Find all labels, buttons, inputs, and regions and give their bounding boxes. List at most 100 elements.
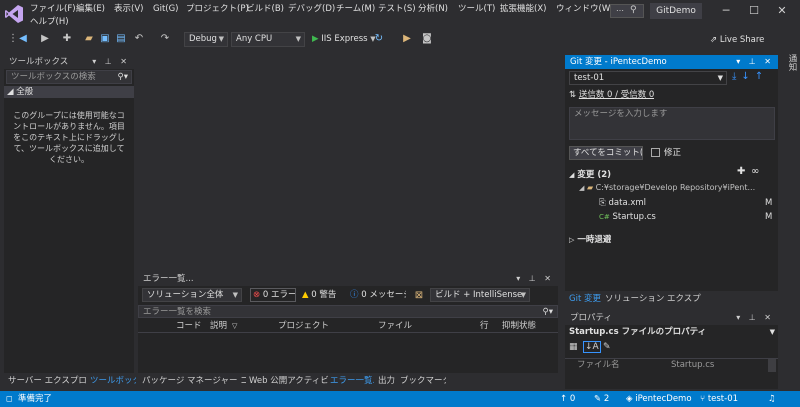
column-file[interactable]: ファイル	[378, 320, 412, 333]
menu-view[interactable]: 表示(V)	[114, 3, 143, 15]
menu-debug[interactable]: デバッグ(D)	[288, 3, 335, 15]
menu-team[interactable]: チーム(M)	[336, 3, 375, 15]
column-description[interactable]: 説明	[210, 320, 227, 333]
changed-file-row[interactable]: ⎘ data.xml	[599, 198, 646, 208]
pull-icon[interactable]: ↓	[741, 71, 754, 82]
build-filter-dropdown[interactable]: ビルド + IntelliSense ▼	[430, 288, 530, 302]
run-button[interactable]: ▶ IIS Express ▼	[312, 32, 376, 46]
column-line[interactable]: 行	[480, 320, 489, 333]
git-fetch-pull-push[interactable]: ⤓↓↑	[732, 71, 768, 82]
changed-file-row[interactable]: C# Startup.cs	[599, 212, 656, 222]
changes-header[interactable]: ◢ 変更 (2)	[569, 168, 611, 180]
column-code[interactable]: コード	[176, 320, 202, 333]
redo-icon[interactable]: ↷	[158, 32, 172, 46]
commit-all-button[interactable]: すべてをコミット(I) ▼	[569, 146, 643, 160]
categorized-icon[interactable]: ▦	[569, 342, 578, 352]
sync-status[interactable]: ⇅ 送信数 0 / 受信数 0	[569, 88, 654, 100]
view-options-icon[interactable]: ∞	[751, 166, 759, 177]
tab-git-changes[interactable]: Git 変更	[565, 292, 601, 306]
commit-message-input[interactable]: メッセージを入力します	[569, 107, 775, 140]
messages-filter-button[interactable]: ⓘ 0 メッセージ	[350, 288, 406, 302]
open-folder-icon[interactable]: ▰	[82, 32, 96, 46]
sync-counts[interactable]: 送信数 0 / 受信数 0	[579, 90, 655, 100]
panel-window-buttons[interactable]: ▾ ⊥ ✕	[92, 55, 130, 69]
platform-dropdown[interactable]: Any CPU ▼	[231, 32, 305, 47]
save-icon[interactable]: ▣	[98, 32, 112, 46]
column-suppression[interactable]: 抑制状態	[502, 320, 536, 333]
menu-build[interactable]: ビルド(B)	[246, 3, 284, 15]
toolbox-search-input[interactable]: ツールボックスの検索 ⚲▾	[6, 70, 132, 84]
fetch-icon[interactable]: ⤓	[732, 71, 741, 82]
notification-bell-icon[interactable]: ♫	[768, 391, 776, 407]
menu-tools[interactable]: ツール(T)	[458, 3, 495, 15]
menu-file[interactable]: ファイル(F)	[30, 3, 76, 15]
panel-window-buttons[interactable]: ▾ ⊥ ✕	[516, 272, 554, 286]
menu-git[interactable]: Git(G)	[153, 3, 179, 15]
live-share-button[interactable]: ⇗ Live Share	[710, 33, 764, 47]
repository-status[interactable]: ◈ iPentecDemo	[626, 391, 692, 407]
menu-analyze[interactable]: 分析(N)	[418, 3, 448, 15]
wrench-icon[interactable]: ✎	[603, 342, 611, 352]
stage-all-icon[interactable]: ✚	[737, 166, 745, 177]
stash-label: 一時退避	[577, 235, 612, 245]
repo-path: C:¥storage¥Develop Repository¥iPent...	[595, 183, 756, 192]
pending-changes[interactable]: ✎ 2	[594, 391, 609, 407]
error-list-search-input[interactable]: エラー一覧を検索 ⚲▾	[138, 305, 558, 318]
tab-server-explorer[interactable]: サーバー エクスプロー...	[4, 374, 86, 388]
back-icon[interactable]: ◀	[16, 32, 30, 46]
close-button[interactable]: ✕	[770, 3, 794, 19]
commit-message-placeholder: メッセージを入力します	[574, 109, 668, 119]
menu-project[interactable]: プロジェクト(P)	[186, 3, 249, 15]
toolbox-group-general[interactable]: ◢ 全般	[4, 86, 134, 98]
stash-header[interactable]: ▷ 一時退避	[569, 233, 611, 245]
warnings-filter-button[interactable]: ▲ 0 警告	[302, 288, 348, 302]
new-project-icon[interactable]: ✚	[60, 32, 74, 46]
tab-bookmarks[interactable]: ブックマーク	[396, 374, 446, 388]
camera-icon[interactable]: ◙	[420, 32, 434, 46]
commit-all-label: すべてをコミット(I)	[573, 148, 643, 158]
alphabetical-icon[interactable]: ↓A	[583, 341, 601, 353]
branch-dropdown[interactable]: test-01 ▼	[569, 71, 727, 85]
maximize-button[interactable]: ☐	[742, 3, 766, 19]
properties-object-dropdown[interactable]: Startup.cs ファイルのプロパティ ▼	[565, 326, 778, 339]
menu-help[interactable]: ヘルプ(H)	[30, 16, 69, 28]
menu-test[interactable]: テスト(S)	[378, 3, 416, 15]
panel-window-buttons[interactable]: ▾ ⊥ ✕	[736, 311, 774, 325]
search-box[interactable]: … ⚲	[610, 4, 644, 18]
forward-icon[interactable]: ▶	[38, 32, 52, 46]
tab-toolbox[interactable]: ツールボックス	[86, 374, 136, 388]
menu-edit[interactable]: 編集(E)	[76, 3, 105, 15]
browser-link-icon[interactable]: ▶	[400, 32, 414, 46]
minimize-button[interactable]: ─	[714, 3, 738, 19]
amend-checkbox[interactable]	[651, 148, 660, 157]
tab-web-publish-activity[interactable]: Web 公開アクティビティ	[245, 374, 329, 388]
tab-error-list[interactable]: エラー一覧...	[326, 374, 374, 388]
error-list-search-placeholder: エラー一覧を検索	[143, 307, 212, 317]
menu-window[interactable]: ウィンドウ(W)	[556, 3, 614, 15]
branch-status[interactable]: ⑂ test-01	[700, 391, 738, 407]
property-row[interactable]: ファイル名 Startup.cs	[565, 358, 778, 372]
menu-extensions[interactable]: 拡張機能(X)	[500, 3, 546, 15]
filter-icon[interactable]: ⊠	[412, 289, 426, 303]
notifications-strip: 通知	[782, 50, 800, 390]
refresh-icon[interactable]: ↻	[372, 32, 386, 46]
unpushed-commits[interactable]: ↑ 0	[560, 391, 575, 407]
panel-window-buttons[interactable]: ▾ ⊥ ✕	[736, 55, 774, 69]
errors-filter-button[interactable]: ⊗ 0 エラー	[250, 288, 296, 302]
properties-title: プロパティ	[570, 313, 612, 323]
config-dropdown[interactable]: Debug ▼	[184, 32, 228, 47]
tab-solution-explorer[interactable]: ソリューション エクスプローラー	[601, 292, 701, 306]
property-value: Startup.cs	[671, 360, 715, 370]
sort-icon: ▽	[232, 322, 238, 330]
column-project[interactable]: プロジェクト	[278, 320, 329, 333]
save-all-icon[interactable]: ▤	[114, 32, 128, 46]
undo-icon[interactable]: ↶	[132, 32, 146, 46]
push-icon[interactable]: ↑	[755, 71, 768, 82]
chevron-down-icon: ▼	[769, 328, 775, 336]
tab-output[interactable]: 出力	[374, 374, 398, 388]
error-scope-dropdown[interactable]: ソリューション全体 ▼	[142, 288, 242, 302]
tab-package-manager-console[interactable]: パッケージ マネージャー コンソール	[138, 374, 246, 388]
scrollbar[interactable]	[768, 359, 776, 372]
notifications-tab[interactable]: 通知	[785, 54, 797, 71]
repo-path-row[interactable]: ◢ ▰ C:¥storage¥Develop Repository¥iPent.…	[579, 183, 775, 192]
